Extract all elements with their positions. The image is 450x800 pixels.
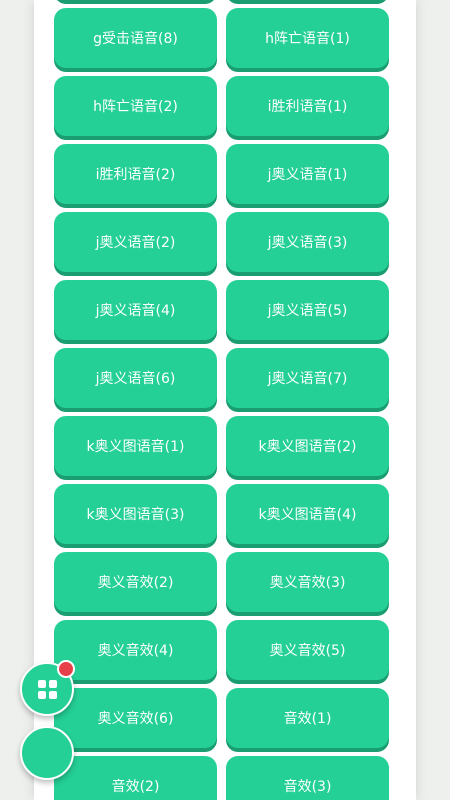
sound-button[interactable]: 音效(2) bbox=[54, 756, 217, 800]
notification-badge bbox=[57, 660, 75, 678]
sound-button-grid: g受击语音(7)h阵亡语音(0)g受击语音(8)h阵亡语音(1)h阵亡语音(2)… bbox=[54, 0, 389, 800]
sound-button[interactable]: j奥义语音(5) bbox=[226, 280, 389, 340]
sound-list-panel: g受击语音(7)h阵亡语音(0)g受击语音(8)h阵亡语音(1)h阵亡语音(2)… bbox=[34, 0, 416, 800]
sound-button[interactable]: 奥义音效(5) bbox=[226, 620, 389, 680]
secondary-fab-button[interactable] bbox=[20, 726, 74, 780]
sound-button[interactable]: 奥义音效(4) bbox=[54, 620, 217, 680]
sound-button[interactable]: k奥义图语音(4) bbox=[226, 484, 389, 544]
sound-button[interactable]: 音效(1) bbox=[226, 688, 389, 748]
sound-button[interactable]: k奥义图语音(1) bbox=[54, 416, 217, 476]
sound-button[interactable]: j奥义语音(4) bbox=[54, 280, 217, 340]
sound-button[interactable]: 音效(3) bbox=[226, 756, 389, 800]
menu-fab-button[interactable] bbox=[20, 660, 75, 716]
sound-button[interactable]: h阵亡语音(1) bbox=[226, 8, 389, 68]
sound-button[interactable]: 奥义音效(2) bbox=[54, 552, 217, 612]
sound-button[interactable]: k奥义图语音(3) bbox=[54, 484, 217, 544]
sound-button[interactable]: j奥义语音(2) bbox=[54, 212, 217, 272]
sound-button[interactable]: g受击语音(8) bbox=[54, 8, 217, 68]
sound-button[interactable]: j奥义语音(6) bbox=[54, 348, 217, 408]
sound-button[interactable]: j奥义语音(3) bbox=[226, 212, 389, 272]
grid-icon bbox=[37, 679, 57, 699]
sound-button[interactable]: k奥义图语音(2) bbox=[226, 416, 389, 476]
sound-button[interactable]: h阵亡语音(2) bbox=[54, 76, 217, 136]
sound-button[interactable]: j奥义语音(1) bbox=[226, 144, 389, 204]
sound-button[interactable]: i胜利语音(1) bbox=[226, 76, 389, 136]
sound-button[interactable]: j奥义语音(7) bbox=[226, 348, 389, 408]
sound-button[interactable]: 奥义音效(3) bbox=[226, 552, 389, 612]
sound-button[interactable]: i胜利语音(2) bbox=[54, 144, 217, 204]
sound-button[interactable]: 奥义音效(6) bbox=[54, 688, 217, 748]
